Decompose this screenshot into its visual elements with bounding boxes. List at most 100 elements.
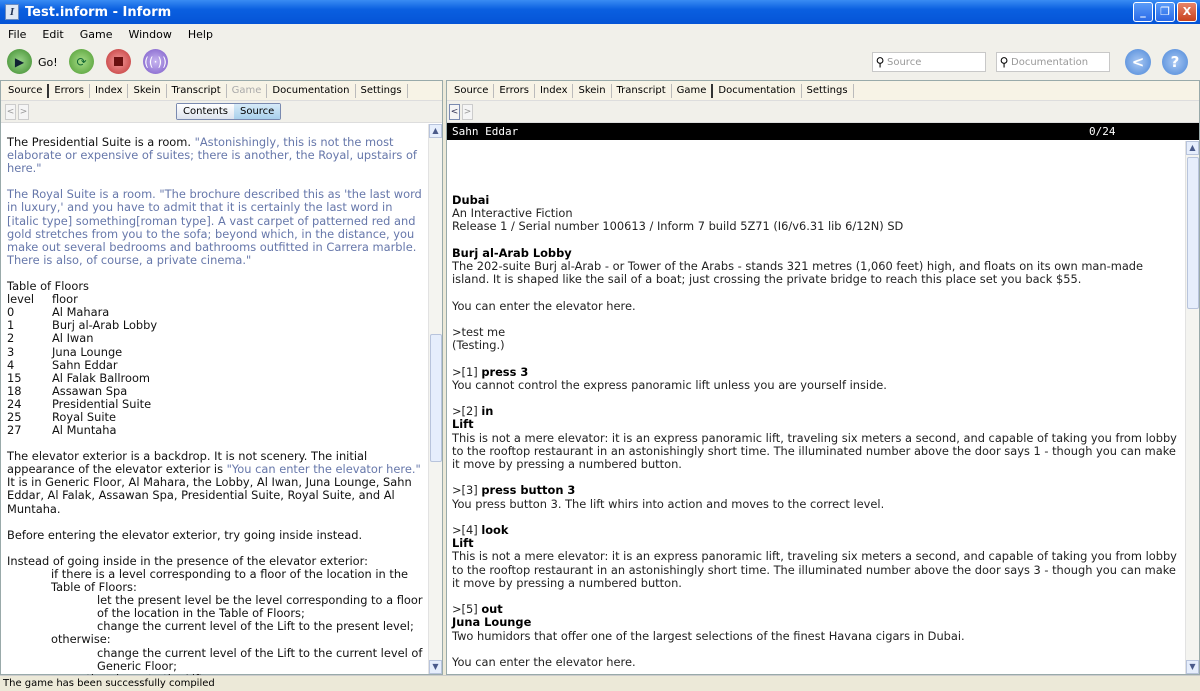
cell-level: 4 (7, 357, 15, 372)
rule-line: change the current level of the Lift to … (97, 645, 423, 673)
minimize-button[interactable]: _ (1133, 2, 1153, 22)
tab-documentation[interactable]: Documentation (267, 83, 356, 98)
tab-index[interactable]: Index (90, 83, 129, 98)
replay-button[interactable]: ⟳ (69, 49, 94, 74)
nav-forward-button[interactable]: > (462, 104, 473, 120)
tab-source[interactable]: Source (3, 83, 50, 98)
nav-back-button[interactable]: < (5, 104, 16, 120)
game-transcript[interactable]: Dubai An Interactive Fiction Release 1 / S… (452, 193, 1182, 682)
tab-index[interactable]: Index (535, 83, 574, 98)
text: You can enter the elevator here. (452, 654, 636, 669)
transcript-line: >[5] out (452, 603, 1182, 616)
tab-errors[interactable]: Errors (494, 83, 535, 98)
transcript-line: You cannot control the express panoramic… (452, 377, 1182, 392)
cell-floor: Assawan Spa (52, 383, 128, 398)
menu-window[interactable]: Window (120, 28, 179, 41)
right-panel: Source Errors Index Skein Transcript Game Docu… (446, 80, 1200, 675)
source-search-placeholder: Source (887, 56, 922, 68)
cell-floor: Al Muntaha (52, 423, 117, 438)
tab-settings[interactable]: Settings (802, 83, 854, 98)
scroll-down-icon[interactable]: ▼ (429, 660, 442, 674)
tab-transcript[interactable]: Transcript (612, 83, 672, 98)
scroll-thumb[interactable] (430, 334, 442, 462)
bold-text: Juna Lounge (452, 615, 532, 630)
tab-documentation[interactable]: Documentation (713, 83, 802, 98)
tab-transcript[interactable]: Transcript (167, 83, 227, 98)
stop-button[interactable] (106, 49, 131, 74)
source-search-input[interactable]: ⚲ Source (872, 52, 986, 72)
transcript-line: >test me (452, 325, 1182, 339)
left-panel: Source Errors Index Skein Transcript Game Docu… (0, 80, 443, 685)
go-label[interactable]: Go! (38, 56, 58, 69)
quoted-text: [roman type] (136, 213, 211, 228)
table-row: 4 Sahn Eddar (7, 357, 427, 372)
cell-floor: Al Iwan (52, 331, 94, 346)
source-scrollbar[interactable]: ▲ ▼ (428, 124, 442, 674)
menu-game[interactable]: Game (72, 28, 121, 41)
command-prompt: >[4] (452, 522, 482, 537)
text: You can enter the elevator here. (452, 298, 636, 313)
source-editor[interactable]: The Presidential Suite is a room. "Aston… (7, 135, 427, 686)
scroll-up-icon[interactable]: ▲ (429, 124, 442, 138)
rule-block: Instead of going inside in the presence … (7, 554, 427, 686)
menu-file[interactable]: File (0, 28, 34, 41)
table-of-floors: Table of Floors level floor 0 Al Mahara 1 Burj… (7, 279, 427, 438)
restore-button[interactable]: ❐ (1155, 2, 1175, 22)
tab-skein[interactable]: Skein (128, 83, 167, 98)
nav-forward-button[interactable]: > (18, 104, 29, 120)
source-paragraph: The Presidential Suite is a room. "Aston… (7, 135, 427, 175)
rule-line: let the present level be the level corre… (97, 593, 423, 621)
game-scrollbar[interactable]: ▲ ▼ (1185, 141, 1199, 674)
bold-text: Burj al-Arab Lobby (452, 245, 572, 260)
tab-game[interactable]: Game (671, 83, 714, 98)
tab-source[interactable]: Source (449, 83, 495, 98)
transcript-line: This is not a mere elevator: it is an ex… (452, 550, 1182, 590)
back-button[interactable]: < (1125, 49, 1151, 75)
scroll-thumb[interactable] (1187, 157, 1199, 309)
tab-errors[interactable]: Errors (49, 83, 90, 98)
search-icon: ⚲ (999, 55, 1009, 69)
nav-back-button[interactable]: < (449, 104, 460, 120)
source-text: Before entering the elevator exterior, t… (7, 527, 363, 542)
bold-text: in (481, 404, 494, 419)
quoted-text: something (72, 213, 137, 228)
text: You cannot control the express panoramic… (452, 377, 887, 392)
transcript-line: >[4] look (452, 522, 1182, 537)
tab-game[interactable]: Game (227, 83, 268, 98)
cell-level: 2 (7, 331, 15, 346)
tab-settings[interactable]: Settings (356, 83, 408, 98)
contents-button[interactable]: Contents (177, 104, 234, 119)
docs-search-placeholder: Documentation (1011, 56, 1089, 68)
bold-text: press 3 (481, 364, 529, 379)
status-score: 0/24 (1089, 125, 1116, 138)
transcript-block: You can enter the elevator here. (452, 298, 1182, 313)
cell-level: 3 (7, 344, 15, 359)
status-bar: The game has been successfully compiled (0, 675, 1200, 690)
left-nav-row: < > Contents Source (1, 101, 442, 123)
right-tab-bar: Source Errors Index Skein Transcript Game Docu… (447, 81, 1199, 101)
command-prompt: >[5] (452, 602, 482, 617)
table-row: 24 Presidential Suite (7, 397, 427, 411)
command-prompt: >[2] (452, 404, 482, 419)
transcript-block: >[4] look Lift This is not a mere elevator… (452, 522, 1182, 590)
quoted-text: "You can enter the elevator here." (226, 462, 421, 477)
release-button[interactable]: ((·)) (143, 49, 168, 74)
scroll-down-icon[interactable]: ▼ (1186, 660, 1199, 674)
right-nav-row: < > (447, 101, 1199, 123)
help-button[interactable]: ? (1162, 49, 1188, 75)
transcript-block: You can enter the elevator here. (452, 654, 1182, 669)
play-icon: ▶ (14, 54, 25, 69)
bold-text: Lift (452, 417, 474, 432)
menu-edit[interactable]: Edit (34, 28, 71, 41)
stop-icon (114, 57, 123, 66)
scroll-up-icon[interactable]: ▲ (1186, 141, 1199, 155)
menu-help[interactable]: Help (180, 28, 221, 41)
close-button[interactable]: X (1177, 2, 1197, 22)
source-button[interactable]: Source (233, 104, 281, 119)
documentation-search-input[interactable]: ⚲ Documentation (996, 52, 1110, 72)
go-button[interactable]: ▶ (7, 49, 32, 74)
window-title: Test.inform - Inform (25, 4, 172, 20)
transcript-line: You press button 3. The lift whirs into … (452, 497, 1182, 511)
cell-floor: Al Falak Ballroom (52, 370, 151, 385)
tab-skein[interactable]: Skein (573, 83, 612, 98)
